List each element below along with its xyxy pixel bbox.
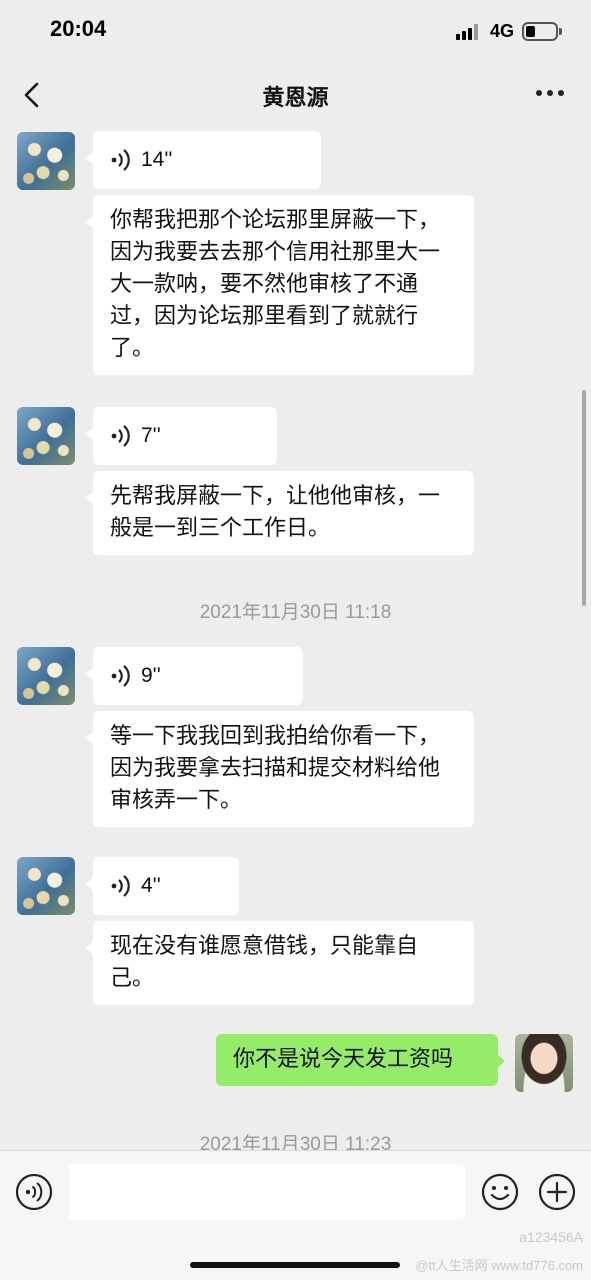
input-bar: a123456A @tt人生活网 www.td776.com — [0, 1150, 591, 1280]
battery-icon — [522, 22, 562, 41]
voice-duration: 14'' — [141, 148, 173, 171]
status-bar: 20:04 4G — [0, 0, 591, 62]
voice-duration: 7'' — [141, 424, 161, 447]
voice-duration: 9'' — [141, 664, 161, 687]
contact-avatar[interactable] — [17, 407, 75, 465]
more-dots-icon[interactable] — [536, 90, 566, 98]
text-message[interactable]: 你帮我把那个论坛那里屏蔽一下，因为我要去去那个信用社那里大一大一款呐，要不然他审… — [86, 195, 474, 375]
voice-wave-icon — [111, 425, 130, 447]
text-message[interactable]: 等一下我我回到我拍给你看一下，因为我要拿去扫描和提交材料给他审核弄一下。 — [86, 711, 474, 827]
voice-message[interactable]: 9'' — [86, 647, 303, 705]
my-text-message[interactable]: 你不是说今天发工资吗 — [216, 1034, 505, 1086]
voice-message[interactable]: 7'' — [86, 407, 277, 465]
contact-avatar[interactable] — [17, 647, 75, 705]
watermark-site: @tt人生活网 www.td776.com — [415, 1258, 583, 1273]
text-message[interactable]: 现在没有谁愿意借钱，只能靠自己。 — [86, 921, 474, 1005]
voice-mode-icon[interactable] — [15, 1173, 53, 1211]
voice-wave-icon — [111, 875, 130, 897]
emoji-icon[interactable] — [481, 1173, 519, 1211]
nav-bar: 黄恩源 — [0, 62, 591, 128]
add-icon[interactable] — [538, 1173, 576, 1211]
chat-area[interactable]: 14'' 你帮我把那个论坛那里屏蔽一下，因为我要去去那个信用社那里大一大一款呐，… — [0, 128, 591, 1150]
voice-message[interactable]: 4'' — [86, 857, 239, 915]
status-time: 20:04 — [50, 16, 107, 41]
watermark-id: a123456A — [519, 1229, 583, 1245]
voice-wave-icon — [111, 665, 130, 687]
chat-title: 黄恩源 — [262, 86, 329, 111]
network-type: 4G — [490, 21, 515, 41]
scrollbar[interactable] — [582, 390, 586, 606]
message-timestamp: 2021年11月30日 11:18 — [199, 602, 392, 623]
signal-icon — [456, 24, 482, 40]
message-timestamp: 2021年11月30日 11:23 — [199, 1134, 392, 1150]
text-message[interactable]: 先帮我屏蔽一下，让他他审核，一般是一到三个工作日。 — [86, 471, 474, 555]
my-avatar[interactable] — [515, 1034, 573, 1092]
voice-wave-icon — [111, 149, 130, 171]
home-indicator — [190, 1262, 400, 1268]
voice-message[interactable]: 14'' — [86, 131, 321, 189]
contact-avatar[interactable] — [17, 132, 75, 190]
contact-avatar[interactable] — [17, 857, 75, 915]
voice-duration: 4'' — [141, 874, 161, 897]
message-input[interactable] — [69, 1164, 465, 1220]
